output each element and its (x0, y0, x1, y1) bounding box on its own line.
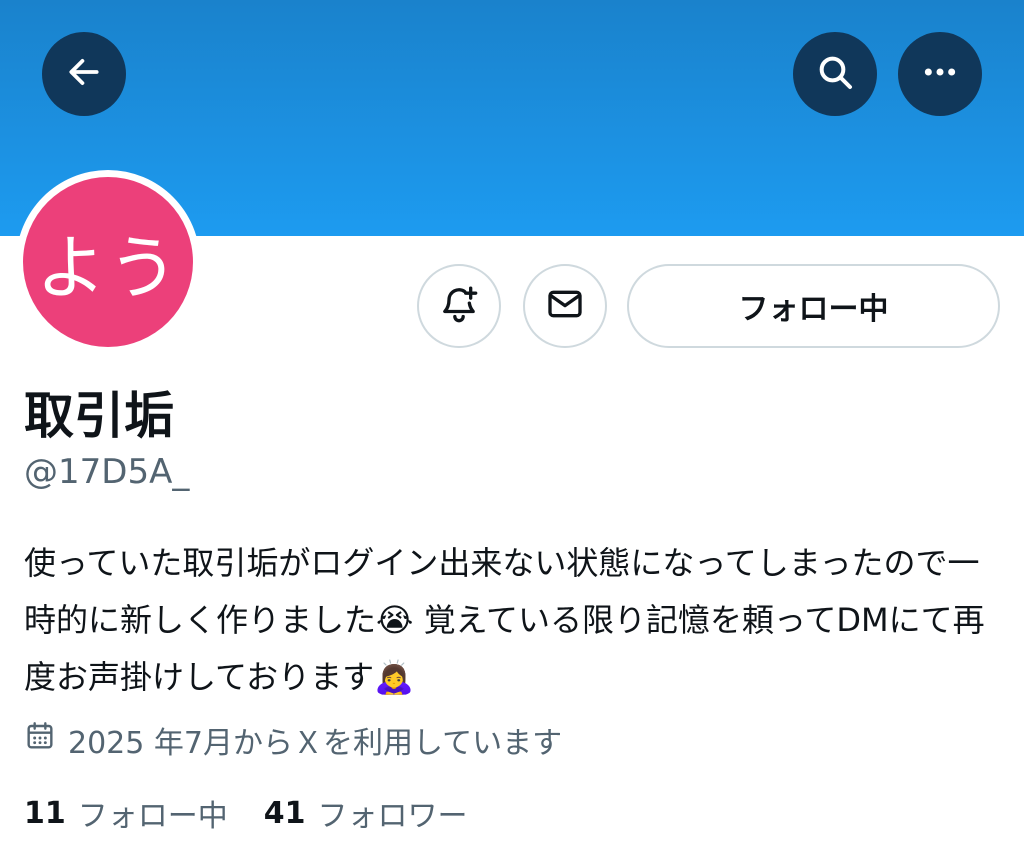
joined-date: 2025 年7月からＸを利用しています (24, 718, 562, 762)
following-button[interactable]: フォロー中 (627, 264, 1000, 348)
joined-text: 2025 年7月からＸを利用しています (68, 726, 563, 761)
bell-plus-icon (439, 284, 479, 328)
search-icon (815, 52, 855, 96)
user-handle: @17D5A_ (24, 452, 190, 492)
display-name: 取引垢 (24, 387, 174, 445)
notifications-button[interactable] (417, 264, 501, 348)
search-button[interactable] (793, 32, 877, 116)
mail-icon (545, 284, 585, 328)
followers-link[interactable]: 41 フォロワー (264, 791, 468, 835)
profile-bio: 使っていた取引垢がログイン出来ない状態になってしまったので一時的に新しく作りまし… (24, 544, 985, 696)
following-label: フォロー中 (77, 799, 228, 834)
profile-stats: 11 フォロー中 41 フォロワー (24, 791, 504, 835)
avatar-text: よう (36, 226, 180, 309)
followers-count: 41 (263, 795, 306, 831)
followers-label: フォロワー (317, 799, 468, 834)
following-link[interactable]: 11 フォロー中 (24, 791, 228, 835)
message-button[interactable] (523, 264, 607, 348)
following-button-label: フォロー中 (738, 292, 889, 327)
more-horizontal-icon (920, 52, 960, 96)
calendar-icon (24, 720, 56, 760)
back-button[interactable] (42, 32, 126, 116)
more-button[interactable] (898, 32, 982, 116)
following-count: 11 (24, 795, 66, 831)
avatar[interactable]: よう (23, 177, 193, 347)
arrow-left-icon (65, 53, 103, 95)
